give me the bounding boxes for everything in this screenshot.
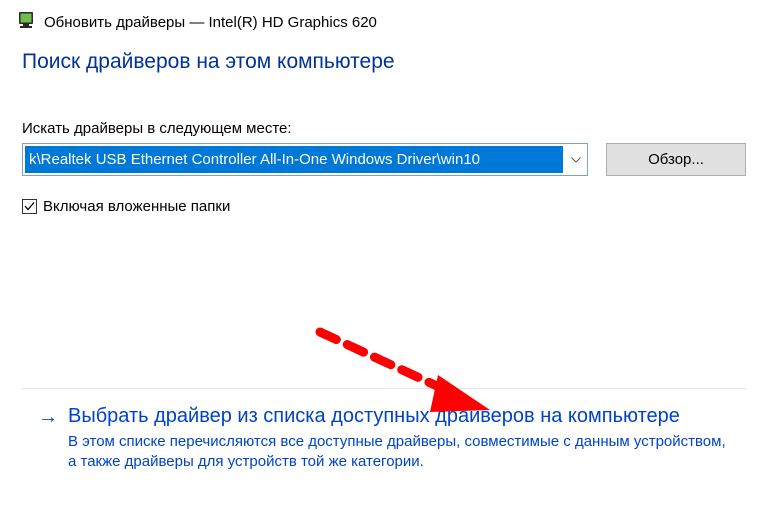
device-monitor-icon xyxy=(18,12,34,32)
chevron-down-icon xyxy=(571,157,581,163)
option-description: В этом списке перечисляются все доступны… xyxy=(38,432,730,473)
page-heading: Поиск драйверов на этом компьютере xyxy=(22,50,746,74)
path-label: Искать драйверы в следующем месте: xyxy=(22,120,746,137)
path-dropdown-button[interactable] xyxy=(565,144,587,175)
title-bar: Обновить драйверы — Intel(R) HD Graphics… xyxy=(0,0,768,36)
include-subfolders-label: Включая вложенные папки xyxy=(43,198,230,215)
browse-button[interactable]: Обзор... xyxy=(606,143,746,176)
window-title: Обновить драйверы — Intel(R) HD Graphics… xyxy=(44,14,377,31)
path-input[interactable]: k\Realtek USB Ethernet Controller All-In… xyxy=(25,146,563,173)
path-combobox[interactable]: k\Realtek USB Ethernet Controller All-In… xyxy=(22,143,588,176)
option-title: Выбрать драйвер из списка доступных драй… xyxy=(68,405,680,428)
include-subfolders-checkbox[interactable]: Включая вложенные папки xyxy=(22,198,746,215)
option-title-row: → Выбрать драйвер из списка доступных др… xyxy=(38,405,730,428)
checkmark-icon xyxy=(24,201,35,212)
pick-from-list-option[interactable]: → Выбрать драйвер из списка доступных др… xyxy=(22,388,746,489)
checkbox-box[interactable] xyxy=(22,199,37,214)
arrow-right-icon: → xyxy=(38,407,58,427)
path-row: k\Realtek USB Ethernet Controller All-In… xyxy=(22,143,746,176)
main-content: Поиск драйверов на этом компьютере Искат… xyxy=(0,36,768,215)
